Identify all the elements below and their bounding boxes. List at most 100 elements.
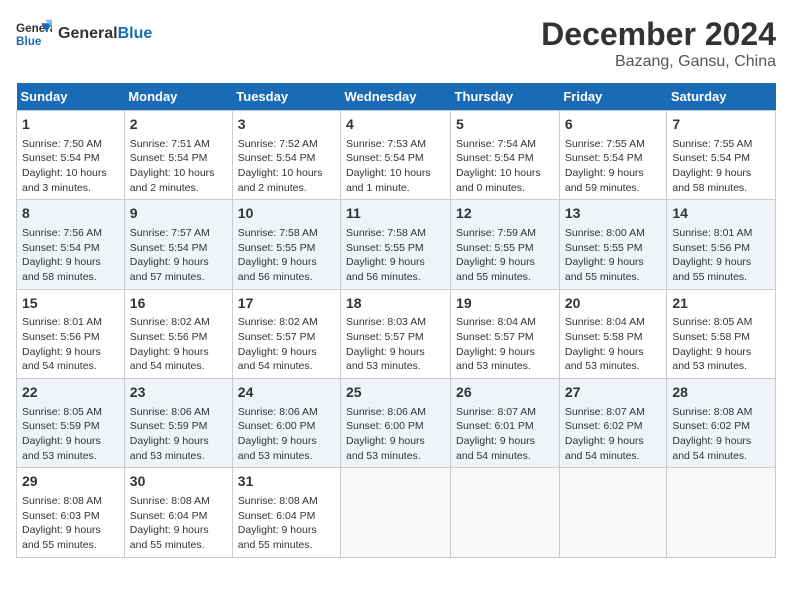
- calendar-cell: 26Sunrise: 8:07 AM Sunset: 6:01 PM Dayli…: [451, 379, 560, 468]
- day-info: Sunrise: 8:08 AM Sunset: 6:04 PM Dayligh…: [238, 494, 335, 553]
- day-info: Sunrise: 8:08 AM Sunset: 6:02 PM Dayligh…: [672, 405, 770, 464]
- calendar-week-5: 29Sunrise: 8:08 AM Sunset: 6:03 PM Dayli…: [17, 468, 776, 557]
- day-number: 17: [238, 294, 335, 314]
- day-info: Sunrise: 7:51 AM Sunset: 5:54 PM Dayligh…: [130, 137, 227, 196]
- calendar-week-3: 15Sunrise: 8:01 AM Sunset: 5:56 PM Dayli…: [17, 289, 776, 378]
- day-number: 10: [238, 204, 335, 224]
- day-info: Sunrise: 8:04 AM Sunset: 5:58 PM Dayligh…: [565, 315, 662, 374]
- day-number: 27: [565, 383, 662, 403]
- day-info: Sunrise: 7:54 AM Sunset: 5:54 PM Dayligh…: [456, 137, 554, 196]
- day-info: Sunrise: 8:00 AM Sunset: 5:55 PM Dayligh…: [565, 226, 662, 285]
- day-info: Sunrise: 8:03 AM Sunset: 5:57 PM Dayligh…: [346, 315, 445, 374]
- calendar-cell: 3Sunrise: 7:52 AM Sunset: 5:54 PM Daylig…: [232, 111, 340, 200]
- day-number: 7: [672, 115, 770, 135]
- header-saturday: Saturday: [667, 83, 776, 111]
- calendar-cell: 1Sunrise: 7:50 AM Sunset: 5:54 PM Daylig…: [17, 111, 125, 200]
- day-number: 13: [565, 204, 662, 224]
- day-info: Sunrise: 8:06 AM Sunset: 5:59 PM Dayligh…: [130, 405, 227, 464]
- day-number: 26: [456, 383, 554, 403]
- day-info: Sunrise: 8:06 AM Sunset: 6:00 PM Dayligh…: [238, 405, 335, 464]
- day-info: Sunrise: 8:06 AM Sunset: 6:00 PM Dayligh…: [346, 405, 445, 464]
- day-number: 25: [346, 383, 445, 403]
- calendar-week-1: 1Sunrise: 7:50 AM Sunset: 5:54 PM Daylig…: [17, 111, 776, 200]
- calendar-cell: 21Sunrise: 8:05 AM Sunset: 5:58 PM Dayli…: [667, 289, 776, 378]
- day-number: 9: [130, 204, 227, 224]
- day-info: Sunrise: 8:07 AM Sunset: 6:01 PM Dayligh…: [456, 405, 554, 464]
- calendar-cell: 5Sunrise: 7:54 AM Sunset: 5:54 PM Daylig…: [451, 111, 560, 200]
- day-number: 6: [565, 115, 662, 135]
- day-info: Sunrise: 7:59 AM Sunset: 5:55 PM Dayligh…: [456, 226, 554, 285]
- day-number: 8: [22, 204, 119, 224]
- day-info: Sunrise: 8:08 AM Sunset: 6:04 PM Dayligh…: [130, 494, 227, 553]
- day-number: 23: [130, 383, 227, 403]
- calendar-cell: 15Sunrise: 8:01 AM Sunset: 5:56 PM Dayli…: [17, 289, 125, 378]
- calendar-cell: 6Sunrise: 7:55 AM Sunset: 5:54 PM Daylig…: [559, 111, 667, 200]
- calendar-cell: 11Sunrise: 7:58 AM Sunset: 5:55 PM Dayli…: [341, 200, 451, 289]
- day-number: 28: [672, 383, 770, 403]
- day-number: 18: [346, 294, 445, 314]
- calendar-cell: 29Sunrise: 8:08 AM Sunset: 6:03 PM Dayli…: [17, 468, 125, 557]
- calendar-cell: 28Sunrise: 8:08 AM Sunset: 6:02 PM Dayli…: [667, 379, 776, 468]
- month-title: December 2024: [541, 16, 776, 53]
- day-number: 16: [130, 294, 227, 314]
- day-number: 12: [456, 204, 554, 224]
- day-info: Sunrise: 8:02 AM Sunset: 5:57 PM Dayligh…: [238, 315, 335, 374]
- day-info: Sunrise: 8:05 AM Sunset: 5:59 PM Dayligh…: [22, 405, 119, 464]
- day-info: Sunrise: 8:01 AM Sunset: 5:56 PM Dayligh…: [22, 315, 119, 374]
- day-info: Sunrise: 7:57 AM Sunset: 5:54 PM Dayligh…: [130, 226, 227, 285]
- day-info: Sunrise: 7:55 AM Sunset: 5:54 PM Dayligh…: [672, 137, 770, 196]
- day-number: 2: [130, 115, 227, 135]
- calendar-cell: 4Sunrise: 7:53 AM Sunset: 5:54 PM Daylig…: [341, 111, 451, 200]
- logo-icon: General Blue: [16, 16, 52, 52]
- day-info: Sunrise: 8:07 AM Sunset: 6:02 PM Dayligh…: [565, 405, 662, 464]
- svg-text:Blue: Blue: [16, 35, 42, 48]
- day-number: 14: [672, 204, 770, 224]
- header-monday: Monday: [124, 83, 232, 111]
- calendar-cell: 12Sunrise: 7:59 AM Sunset: 5:55 PM Dayli…: [451, 200, 560, 289]
- day-number: 20: [565, 294, 662, 314]
- calendar-cell: 19Sunrise: 8:04 AM Sunset: 5:57 PM Dayli…: [451, 289, 560, 378]
- calendar-cell: 2Sunrise: 7:51 AM Sunset: 5:54 PM Daylig…: [124, 111, 232, 200]
- day-number: 30: [130, 472, 227, 492]
- day-info: Sunrise: 8:04 AM Sunset: 5:57 PM Dayligh…: [456, 315, 554, 374]
- day-number: 29: [22, 472, 119, 492]
- calendar-cell: 24Sunrise: 8:06 AM Sunset: 6:00 PM Dayli…: [232, 379, 340, 468]
- calendar-cell: [341, 468, 451, 557]
- day-info: Sunrise: 7:58 AM Sunset: 5:55 PM Dayligh…: [346, 226, 445, 285]
- day-number: 1: [22, 115, 119, 135]
- calendar-cell: [559, 468, 667, 557]
- day-number: 21: [672, 294, 770, 314]
- day-number: 22: [22, 383, 119, 403]
- calendar-body: 1Sunrise: 7:50 AM Sunset: 5:54 PM Daylig…: [17, 111, 776, 558]
- calendar-cell: 16Sunrise: 8:02 AM Sunset: 5:56 PM Dayli…: [124, 289, 232, 378]
- calendar-cell: 18Sunrise: 8:03 AM Sunset: 5:57 PM Dayli…: [341, 289, 451, 378]
- calendar-cell: [451, 468, 560, 557]
- calendar-cell: 14Sunrise: 8:01 AM Sunset: 5:56 PM Dayli…: [667, 200, 776, 289]
- day-info: Sunrise: 8:05 AM Sunset: 5:58 PM Dayligh…: [672, 315, 770, 374]
- calendar-cell: 17Sunrise: 8:02 AM Sunset: 5:57 PM Dayli…: [232, 289, 340, 378]
- calendar-cell: 25Sunrise: 8:06 AM Sunset: 6:00 PM Dayli…: [341, 379, 451, 468]
- calendar-header-row: SundayMondayTuesdayWednesdayThursdayFrid…: [17, 83, 776, 111]
- calendar-cell: 10Sunrise: 7:58 AM Sunset: 5:55 PM Dayli…: [232, 200, 340, 289]
- day-info: Sunrise: 8:08 AM Sunset: 6:03 PM Dayligh…: [22, 494, 119, 553]
- header-sunday: Sunday: [17, 83, 125, 111]
- header-friday: Friday: [559, 83, 667, 111]
- day-info: Sunrise: 7:52 AM Sunset: 5:54 PM Dayligh…: [238, 137, 335, 196]
- calendar-cell: 22Sunrise: 8:05 AM Sunset: 5:59 PM Dayli…: [17, 379, 125, 468]
- day-number: 31: [238, 472, 335, 492]
- day-number: 5: [456, 115, 554, 135]
- day-info: Sunrise: 7:56 AM Sunset: 5:54 PM Dayligh…: [22, 226, 119, 285]
- location: Bazang, Gansu, China: [541, 53, 776, 71]
- day-number: 4: [346, 115, 445, 135]
- calendar-table: SundayMondayTuesdayWednesdayThursdayFrid…: [16, 83, 776, 558]
- calendar-cell: 20Sunrise: 8:04 AM Sunset: 5:58 PM Dayli…: [559, 289, 667, 378]
- calendar-cell: 30Sunrise: 8:08 AM Sunset: 6:04 PM Dayli…: [124, 468, 232, 557]
- header-wednesday: Wednesday: [341, 83, 451, 111]
- calendar-cell: 8Sunrise: 7:56 AM Sunset: 5:54 PM Daylig…: [17, 200, 125, 289]
- day-number: 3: [238, 115, 335, 135]
- day-info: Sunrise: 8:01 AM Sunset: 5:56 PM Dayligh…: [672, 226, 770, 285]
- day-number: 24: [238, 383, 335, 403]
- header-thursday: Thursday: [451, 83, 560, 111]
- day-number: 15: [22, 294, 119, 314]
- header-tuesday: Tuesday: [232, 83, 340, 111]
